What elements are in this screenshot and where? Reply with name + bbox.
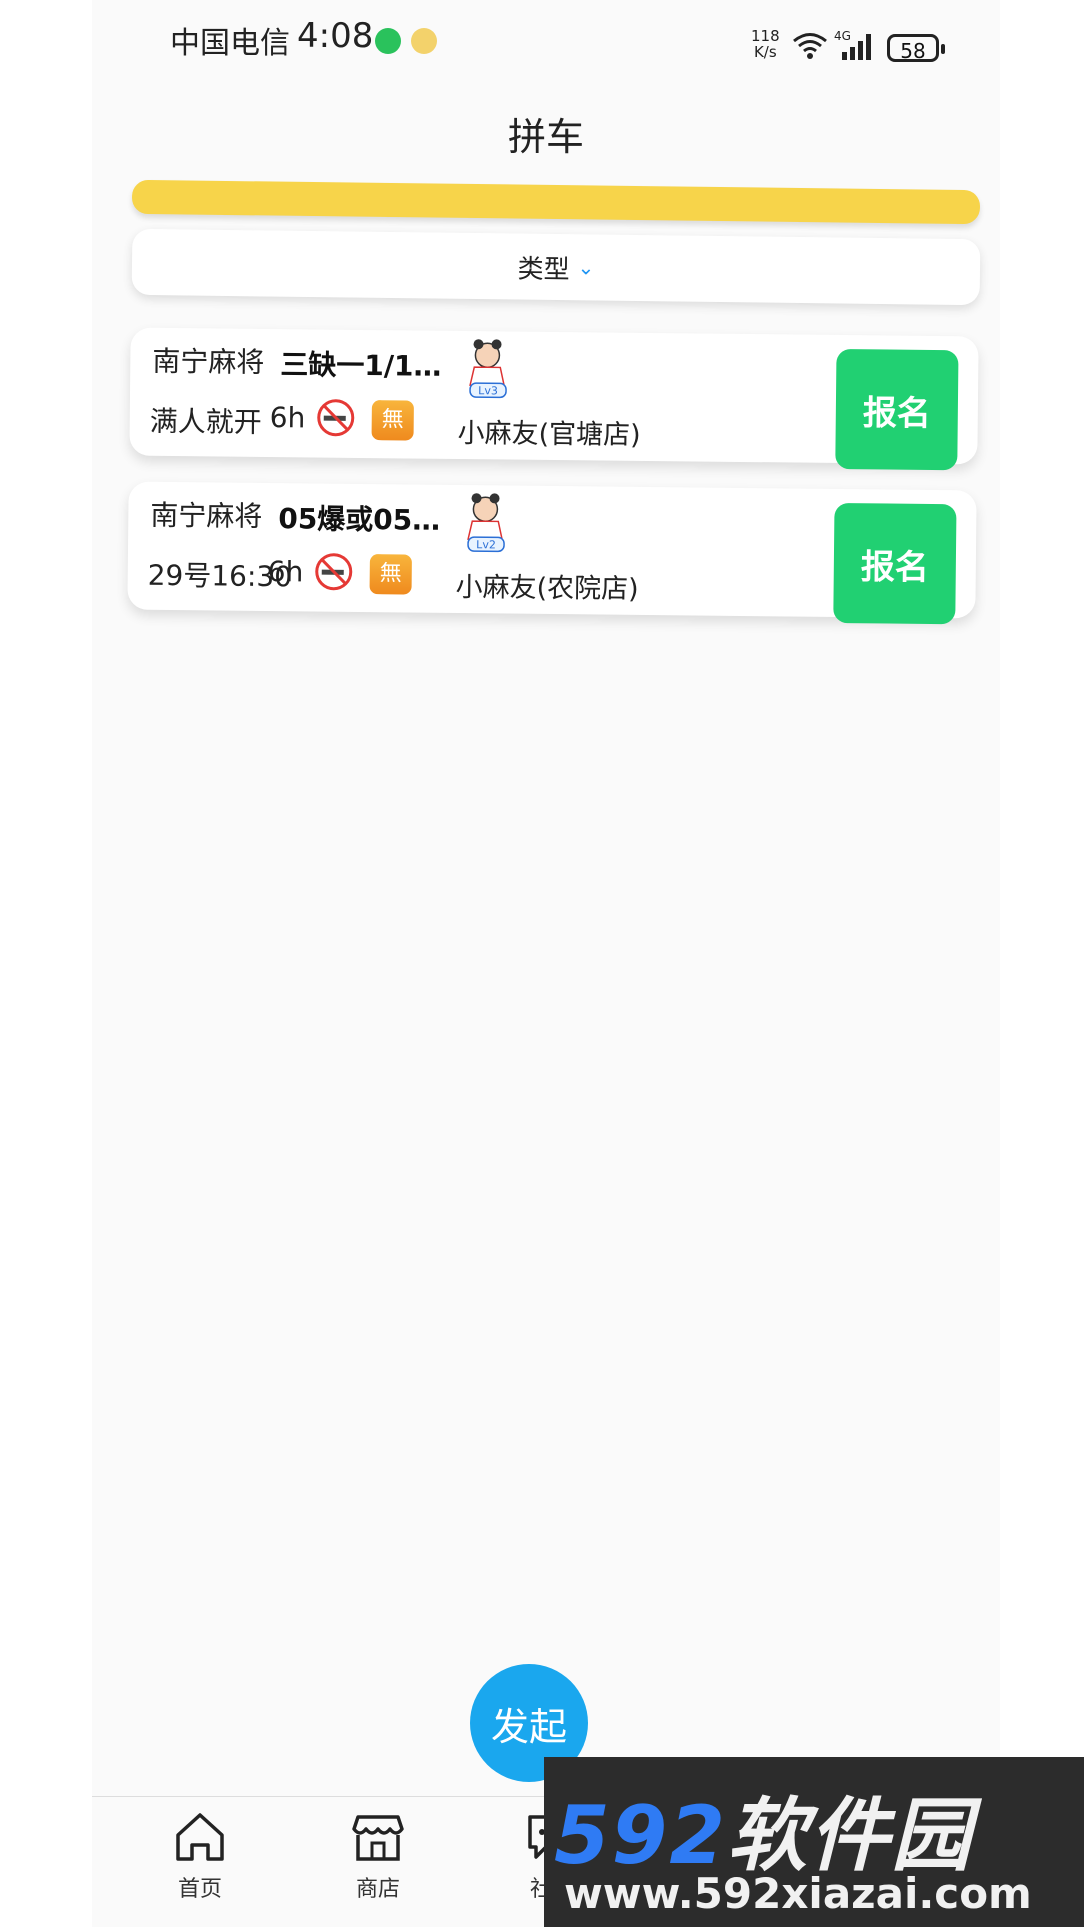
listing-description: 05爆或05… <box>278 502 441 537</box>
page-title: 拼车 <box>507 115 584 159</box>
no-tag-icon: 無 <box>371 400 414 441</box>
shop-icon <box>352 1815 404 1861</box>
home-icon <box>176 1813 224 1861</box>
type-filter-label: 类型 <box>517 254 570 285</box>
accent-banner <box>131 179 981 225</box>
listing-duration: 6h <box>267 555 304 589</box>
listing-game: 南宁麻将 <box>152 344 265 379</box>
status-bar: 中国电信 4:08 118 K/s 4G 58 <box>92 14 1000 64</box>
host-avatar-icon: Lv3 <box>469 339 507 399</box>
listing-start-time: 满人就开 <box>149 404 262 439</box>
nav-shop[interactable]: 商店 <box>328 1811 428 1903</box>
type-filter[interactable]: 类型 ⌄ <box>131 228 981 306</box>
wifi-icon <box>793 33 827 59</box>
app-screen: 中国电信 4:08 118 K/s 4G 58 拼车 类型 ⌄ 南宁麻将 三缺一… <box>92 0 1000 1927</box>
status-time: 4:08 <box>297 16 374 56</box>
listing-description: 三缺一1/1… <box>280 348 442 383</box>
listing-store: 小麻友(官塘店) <box>457 417 641 451</box>
net-speed: 118 K/s <box>751 27 780 61</box>
no-smoking-icon <box>315 553 353 591</box>
no-tag-icon: 無 <box>369 554 412 595</box>
signup-button[interactable]: 报名 <box>835 348 959 471</box>
no-smoking-icon <box>317 399 355 437</box>
carrier-label: 中国电信 <box>170 26 290 61</box>
signup-button[interactable]: 报名 <box>833 502 957 625</box>
nav-home-label: 首页 <box>177 1877 222 1902</box>
chevron-down-icon: ⌄ <box>577 255 595 280</box>
nav-shop-label: 商店 <box>355 1877 400 1902</box>
listing-duration: 6h <box>269 401 306 435</box>
watermark-url: www.592xiazai.com <box>564 1869 1032 1918</box>
listing-game: 南宁麻将 <box>150 498 263 533</box>
notification-icon <box>411 28 437 54</box>
host-level: Lv2 <box>476 538 496 551</box>
host-avatar-icon: Lv2 <box>467 493 505 553</box>
watermark-logo: 592软件园 www.592xiazai.com <box>544 1757 1084 1927</box>
wechat-icon <box>375 28 401 54</box>
nav-home[interactable]: 首页 <box>150 1811 250 1903</box>
listing-card[interactable]: 南宁麻将 05爆或05… 29号16:30 6h 無 Lv2 小麻友(农院店) … <box>127 481 977 625</box>
signal-icon: 4G <box>834 29 871 60</box>
host-level: Lv3 <box>478 384 498 397</box>
listing-store: 小麻友(农院店) <box>455 571 639 605</box>
battery-indicator: 58 <box>887 34 945 63</box>
network-type: 4G <box>834 29 851 43</box>
listing-card[interactable]: 南宁麻将 三缺一1/1… 满人就开 6h 無 Lv3 小麻友(官塘店) 报名 <box>129 327 979 471</box>
